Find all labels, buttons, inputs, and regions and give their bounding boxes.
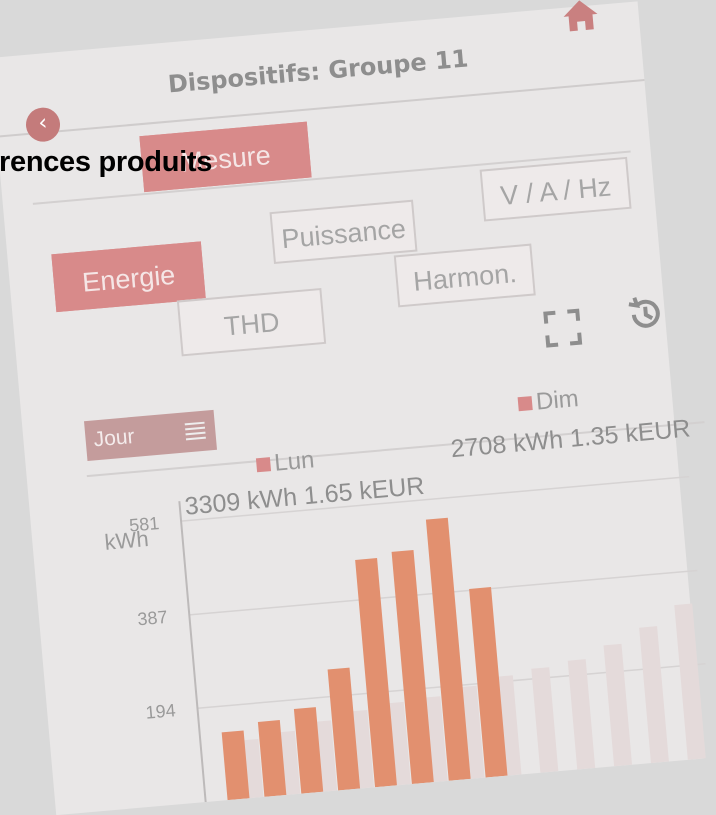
y-tick-label: 194	[145, 700, 177, 723]
y-tick-label: 581	[128, 513, 160, 536]
bar-secondary	[531, 667, 559, 773]
legend-name: Lun	[273, 446, 315, 476]
app-screen: ‹ Dispositifs: Groupe 11 Mesure V / A / …	[0, 0, 706, 815]
legend-swatch	[255, 457, 272, 473]
bar-secondary	[603, 643, 633, 767]
overlay-heading: rences produits	[0, 146, 213, 178]
legend-name: Dim	[535, 385, 580, 416]
legend-swatch	[517, 396, 533, 412]
legend-summary: 3309 kWh 1.65 kEUR	[184, 472, 426, 521]
legend-summary: 2708 kWh 1.35 kEUR	[450, 414, 692, 463]
y-axis	[178, 501, 207, 803]
bar-secondary	[567, 659, 596, 770]
bar-secondary	[674, 603, 706, 760]
y-tick-label: 387	[137, 607, 169, 630]
bar-secondary	[639, 626, 669, 764]
energy-chart: kWh581387194Lun3309 kWh 1.65 kEURDim2708…	[104, 385, 706, 803]
